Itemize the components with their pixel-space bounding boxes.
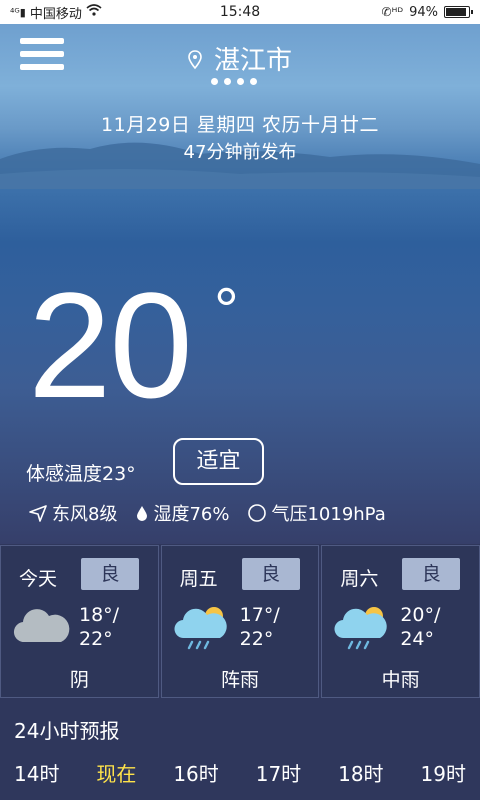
wind-icon [29, 505, 47, 522]
battery-icon [444, 6, 473, 18]
comfort-button[interactable]: 适宜 [173, 438, 264, 485]
published-time: 47分钟前发布 [183, 142, 297, 163]
cloudy-icon [13, 602, 71, 650]
weather-desc: 阵雨 [221, 669, 260, 691]
aqi-badge: 良 [241, 558, 300, 590]
wifi-icon [86, 4, 102, 20]
day-name: 周六 [340, 568, 379, 590]
hour-item[interactable]: 18时 [338, 758, 383, 787]
day-name: 周五 [179, 568, 218, 590]
battery-percent: 94% [409, 4, 438, 20]
moderate-rain-icon [334, 602, 392, 656]
temp-high: 18°/ [79, 604, 120, 626]
phone-hd-icon: ✆ᴴᴰ [381, 5, 404, 19]
carrier-label: 中国移动 [29, 6, 82, 22]
aqi-badge: 良 [402, 558, 461, 590]
hourly-forecast-title: 24小时预报 [14, 719, 120, 743]
day-name: 今天 [19, 568, 58, 590]
hour-item-now[interactable]: 现在 [96, 758, 136, 787]
city-name: 湛江市 [213, 46, 292, 76]
humidity-value: 湿度76% [153, 504, 230, 525]
daily-forecast: 今天 良 18°/ 22° 阴 周五 良 17°/ 22° 阵雨 周六 良 20… [0, 545, 480, 698]
hour-item[interactable]: 17时 [256, 758, 301, 787]
temp-low: 22° [239, 628, 274, 650]
hour-item[interactable]: 16时 [173, 758, 218, 787]
temp-low: 22° [79, 628, 113, 650]
forecast-day-fri[interactable]: 周五 良 17°/ 22° 阵雨 [160, 545, 320, 698]
feels-like: 体感温度23° [26, 463, 136, 485]
forecast-day-sat[interactable]: 周六 良 20°/ 24° 中雨 [321, 545, 480, 698]
status-bar: ⁴ᴳ▮ 中国移动 15:48 ✆ᴴᴰ 94% [0, 0, 480, 24]
temp-high: 20°/ [400, 604, 441, 626]
temp-high: 17°/ [239, 604, 280, 626]
current-temperature: 20 [28, 261, 193, 429]
shower-icon [174, 602, 232, 656]
hourly-list: 14时 现在 16时 17时 18时 19时 [0, 758, 480, 787]
pressure-value: 气压1019hPa [271, 504, 386, 525]
temp-low: 24° [400, 628, 435, 650]
page-indicator [211, 78, 257, 85]
location-pin-icon [188, 47, 202, 77]
hour-item[interactable]: 14时 [14, 758, 59, 787]
degree-symbol: ° [214, 276, 239, 345]
date-line: 11月29日 星期四 农历十月廿二 [101, 114, 379, 136]
location-header[interactable]: 湛江市 [0, 40, 480, 77]
wind-value: 东风8级 [52, 504, 118, 525]
weather-desc: 阴 [69, 669, 89, 691]
weather-desc: 中雨 [381, 669, 420, 691]
aqi-badge: 良 [81, 558, 139, 590]
forecast-day-today[interactable]: 今天 良 18°/ 22° 阴 [0, 545, 159, 698]
signal-icon: ⁴ᴳ▮ [10, 5, 26, 19]
humidity-icon [137, 506, 148, 521]
weather-metrics: 东风8级 湿度76% 气压1019hPa [28, 500, 404, 526]
pressure-icon [248, 504, 267, 522]
hour-item[interactable]: 19时 [421, 758, 466, 787]
